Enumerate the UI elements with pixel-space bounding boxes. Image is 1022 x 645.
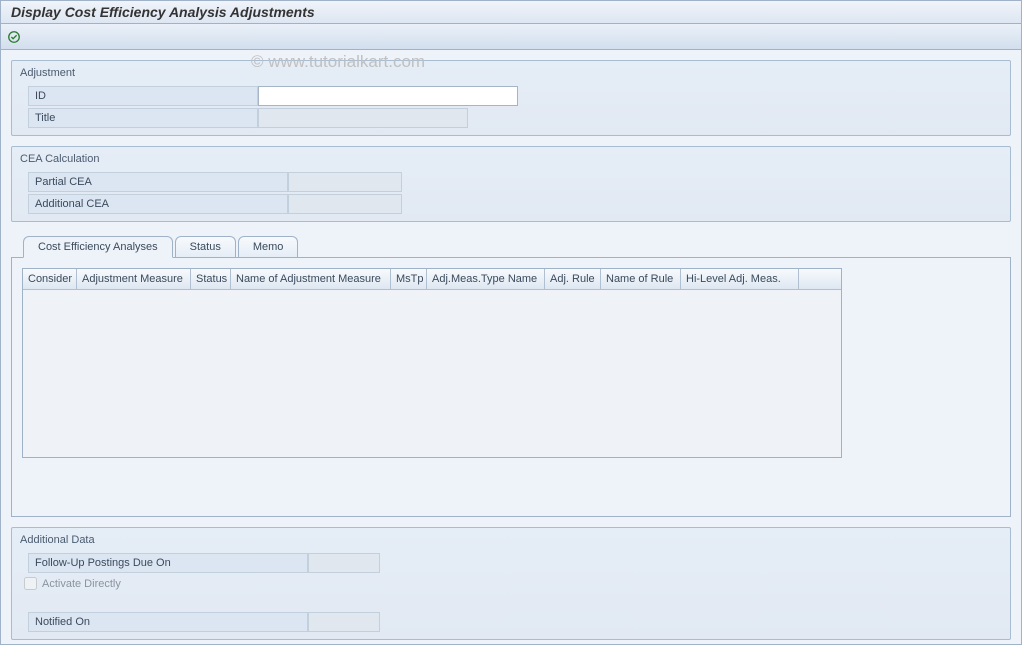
col-consider[interactable]: Consider: [23, 269, 77, 289]
title-field: [258, 108, 468, 128]
col-adj-rule[interactable]: Adj. Rule: [545, 269, 601, 289]
group-additional-data-title: Additional Data: [18, 532, 1004, 552]
group-cea: CEA Calculation Partial CEA Additional C…: [11, 146, 1011, 222]
col-adj-measure[interactable]: Adjustment Measure: [77, 269, 191, 289]
group-cea-title: CEA Calculation: [18, 151, 1004, 171]
table-header: Consider Adjustment Measure Status Name …: [23, 269, 841, 290]
page-title-bar: Display Cost Efficiency Analysis Adjustm…: [0, 0, 1022, 24]
notified-field: [308, 612, 380, 632]
tab-cost-efficiency[interactable]: Cost Efficiency Analyses: [23, 236, 173, 258]
col-mstp[interactable]: MsTp: [391, 269, 427, 289]
main-content: © www.tutorialkart.com Adjustment ID Tit…: [0, 50, 1022, 645]
execute-icon[interactable]: [7, 30, 21, 44]
col-status[interactable]: Status: [191, 269, 231, 289]
label-id: ID: [28, 86, 258, 106]
additional-cea-field: [288, 194, 402, 214]
label-followup: Follow-Up Postings Due On: [28, 553, 308, 573]
followup-field: [308, 553, 380, 573]
col-name-rule[interactable]: Name of Rule: [601, 269, 681, 289]
tab-status[interactable]: Status: [175, 236, 236, 257]
label-notified: Notified On: [28, 612, 308, 632]
tab-strip-container: Cost Efficiency Analyses Status Memo Con…: [11, 236, 1011, 517]
label-additional-cea: Additional CEA: [28, 194, 288, 214]
label-partial-cea: Partial CEA: [28, 172, 288, 192]
toolbar: [0, 24, 1022, 50]
label-title: Title: [28, 108, 258, 128]
activate-directly-label: Activate Directly: [42, 578, 121, 590]
group-adjustment: Adjustment ID Title: [11, 60, 1011, 136]
activate-directly-checkbox: [24, 577, 37, 590]
page-title: Display Cost Efficiency Analysis Adjustm…: [11, 4, 315, 20]
activate-directly-row: Activate Directly: [18, 574, 1004, 593]
col-name-adj-measure[interactable]: Name of Adjustment Measure: [231, 269, 391, 289]
group-additional-data: Additional Data Follow-Up Postings Due O…: [11, 527, 1011, 640]
col-adj-meas-type-name[interactable]: Adj.Meas.Type Name: [427, 269, 545, 289]
id-field[interactable]: [258, 86, 518, 106]
group-adjustment-title: Adjustment: [18, 65, 1004, 85]
analyses-table: Consider Adjustment Measure Status Name …: [22, 268, 842, 458]
partial-cea-field: [288, 172, 402, 192]
col-hi-level[interactable]: Hi-Level Adj. Meas.: [681, 269, 799, 289]
tab-memo[interactable]: Memo: [238, 236, 299, 257]
tab-panel-cost-efficiency: Consider Adjustment Measure Status Name …: [11, 257, 1011, 517]
tab-strip: Cost Efficiency Analyses Status Memo: [11, 236, 1011, 257]
